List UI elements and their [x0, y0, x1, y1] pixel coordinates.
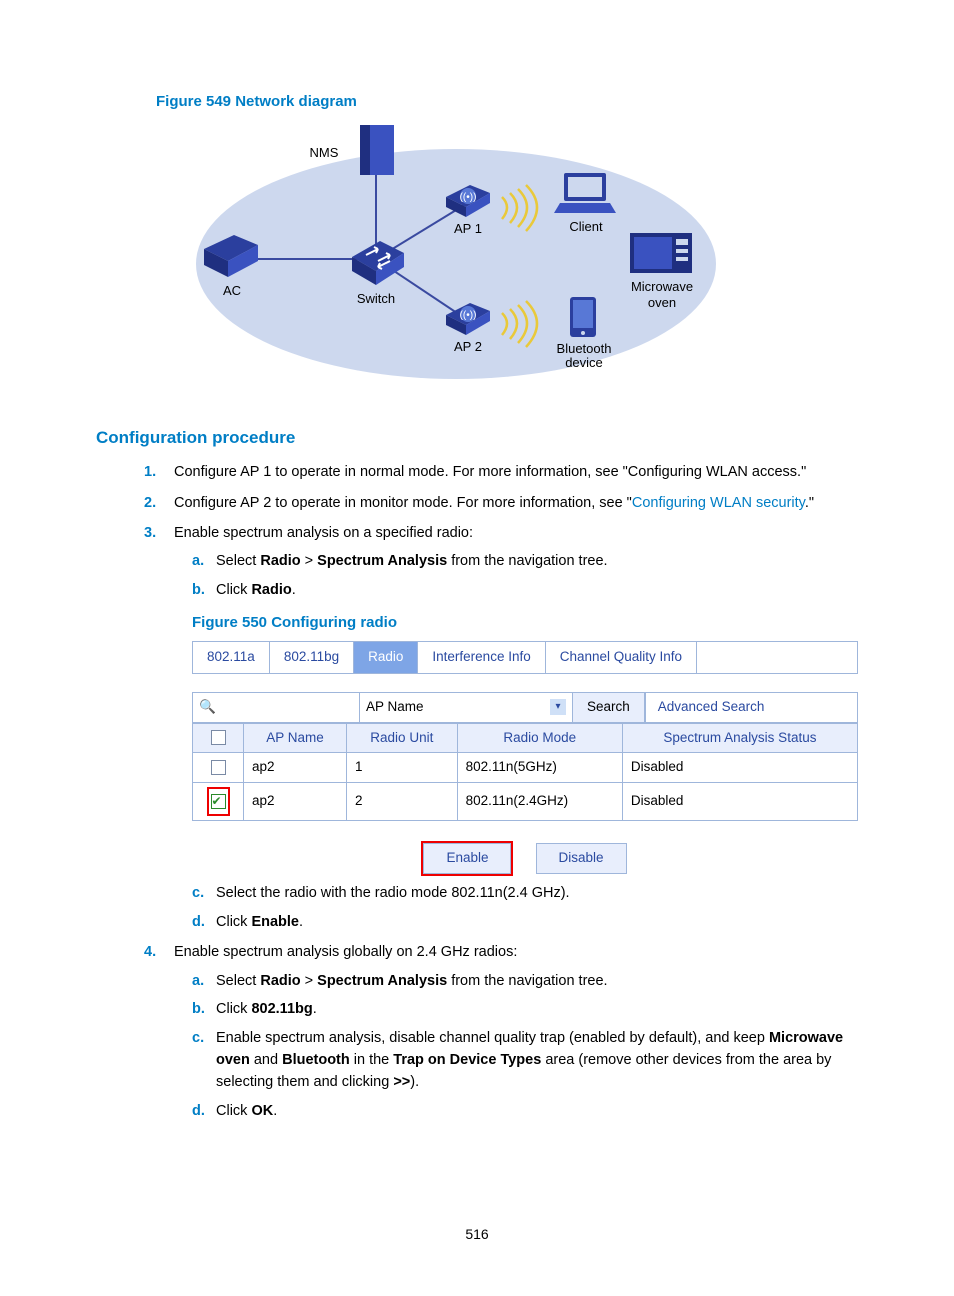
network-diagram: AC NMS Switch [156, 119, 858, 396]
svg-text:((•)): ((•)) [460, 192, 477, 203]
row-checkbox[interactable] [211, 794, 226, 809]
tabs: 802.11a 802.11bg Radio Interference Info… [192, 641, 858, 674]
svg-text:Client: Client [569, 219, 603, 234]
link-wlan-security[interactable]: Configuring WLAN security [632, 495, 805, 511]
step-2: 2. Configure AP 2 to operate in monitor … [144, 492, 858, 514]
tab-channel-quality[interactable]: Channel Quality Info [546, 642, 697, 673]
tab-radio[interactable]: Radio [354, 642, 418, 673]
step-3: 3. Enable spectrum analysis on a specifi… [144, 522, 858, 933]
svg-text:NMS: NMS [310, 145, 339, 160]
radio-table: AP Name Radio Unit Radio Mode Spectrum A… [192, 723, 858, 822]
disable-button[interactable]: Disable [536, 843, 627, 874]
table-row[interactable]: ap2 1 802.11n(5GHz) Disabled [193, 753, 858, 783]
section-heading: Configuration procedure [96, 425, 858, 451]
svg-text:((•)): ((•)) [460, 310, 477, 321]
svg-text:Switch: Switch [357, 291, 395, 306]
svg-text:device: device [565, 355, 603, 370]
enable-button[interactable]: Enable [423, 843, 511, 874]
svg-text:Microwave: Microwave [631, 279, 693, 294]
svg-text:Bluetooth: Bluetooth [557, 341, 612, 356]
figure-549-caption: Figure 549 Network diagram [156, 90, 858, 113]
search-field-select[interactable]: AP Name ▾ [360, 693, 573, 722]
table-row[interactable]: ap2 2 802.11n(2.4GHz) Disabled [193, 783, 858, 821]
search-button[interactable]: Search [573, 693, 645, 722]
tab-80211bg[interactable]: 802.11bg [270, 642, 354, 673]
advanced-search-link[interactable]: Advanced Search [645, 693, 857, 722]
figure-550-caption: Figure 550 Configuring radio [192, 611, 858, 634]
page-number: 516 [0, 1224, 954, 1246]
select-all-checkbox[interactable] [211, 730, 226, 745]
chevron-down-icon: ▾ [550, 699, 566, 715]
tab-80211a[interactable]: 802.11a [193, 642, 270, 673]
search-icon: 🔍 [193, 693, 360, 722]
svg-text:oven: oven [648, 295, 676, 310]
step-1: 1. Configure AP 1 to operate in normal m… [144, 461, 858, 483]
svg-text:AC: AC [223, 283, 241, 298]
tab-interference[interactable]: Interference Info [418, 642, 545, 673]
svg-text:AP 2: AP 2 [454, 339, 482, 354]
step-4: 4. Enable spectrum analysis globally on … [144, 941, 858, 1122]
svg-text:AP 1: AP 1 [454, 221, 482, 236]
row-checkbox[interactable] [211, 760, 226, 775]
